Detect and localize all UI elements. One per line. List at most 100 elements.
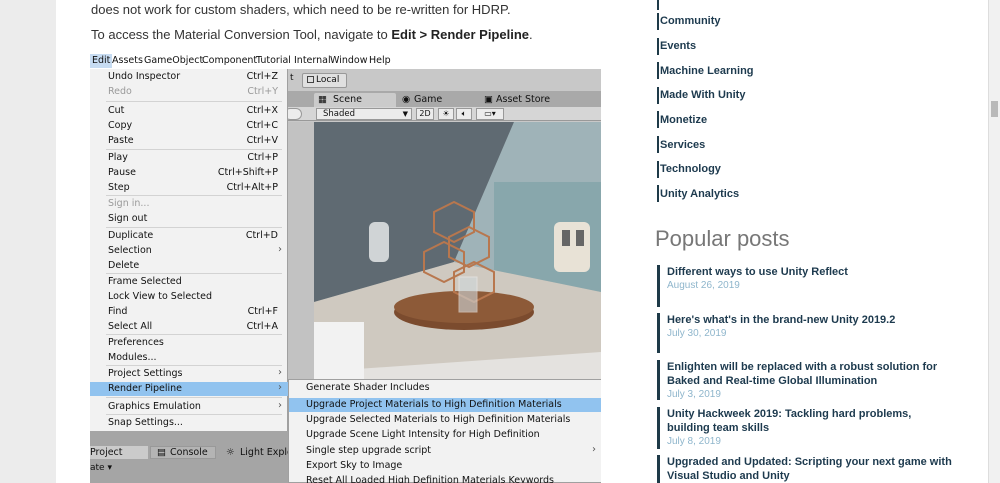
menu-item-label: Step [108, 182, 130, 193]
menu-help[interactable]: Help [369, 55, 391, 66]
menu-separator [106, 149, 282, 150]
scrollbar-thumb[interactable] [991, 101, 998, 117]
menu-item-undo-inspector[interactable]: Undo Inspector Ctrl+Z [90, 70, 288, 84]
submenu-export-sky[interactable]: Export Sky to Image [289, 459, 601, 473]
menu-component[interactable]: Component [202, 55, 257, 66]
category-community[interactable]: Community [660, 15, 721, 27]
submenu-item-label: Upgrade Selected Materials to High Defin… [306, 414, 571, 425]
popular-post[interactable]: Enlighten will be replaced with a robust… [657, 360, 957, 400]
submenu-item-label: Generate Shader Includes [306, 382, 430, 393]
local-toggle-button[interactable]: Local [302, 73, 347, 88]
submenu-single-step-upgrade[interactable]: Single step upgrade script › [289, 444, 601, 458]
menu-item-shortcut: Ctrl+Z [246, 71, 278, 82]
pivot-button-fragment[interactable]: t [290, 73, 294, 83]
nav-accent-bar [657, 185, 659, 202]
submenu-upgrade-project-materials[interactable]: Upgrade Project Materials to High Defini… [289, 398, 601, 412]
menu-item-copy[interactable]: Copy Ctrl+C [90, 119, 288, 133]
menu-item-label: Pause [108, 167, 136, 178]
create-dropdown-fragment[interactable]: ate ▾ [90, 463, 112, 473]
menu-item-delete[interactable]: Delete [90, 259, 288, 273]
menu-item-shortcut: Ctrl+F [247, 306, 278, 317]
tab-game[interactable]: Game [414, 94, 442, 105]
menu-separator [106, 334, 282, 335]
menu-window[interactable]: Window [330, 55, 367, 66]
menu-item-shortcut: Ctrl+C [246, 120, 279, 131]
lighting-toggle-icon[interactable]: ☀ [438, 108, 454, 120]
menu-item-label: Render Pipeline [108, 383, 183, 394]
menu-edit[interactable]: Edit [90, 54, 113, 68]
menu-item-modules[interactable]: Modules... [90, 351, 288, 365]
menu-item-cut[interactable]: Cut Ctrl+X [90, 104, 288, 118]
popular-post[interactable]: Unity Hackweek 2019: Tackling hard probl… [657, 407, 957, 449]
chevron-down-icon: ▼ [402, 110, 408, 118]
shading-mode-dropdown[interactable]: Shaded ▼ [316, 108, 412, 120]
post-title[interactable]: Unity Hackweek 2019: Tackling hard probl… [667, 407, 957, 435]
popular-post[interactable]: Different ways to use Unity Reflect Augu… [657, 265, 957, 307]
post-date: July 3, 2019 [667, 389, 721, 400]
menu-tutorial[interactable]: Tutorial [256, 55, 291, 66]
nav-accent-bar [657, 38, 659, 55]
post-title[interactable]: Here's what's in the brand-new Unity 201… [667, 313, 957, 327]
tab-scene[interactable]: ▦ Scene [314, 93, 396, 107]
tab-light-explorer[interactable]: Light Explo [240, 447, 293, 458]
submenu-item-label: Single step upgrade script [306, 445, 431, 456]
submenu-generate-shader-includes[interactable]: Generate Shader Includes [289, 381, 601, 395]
navigate-path: Edit > Render Pipeline [391, 27, 529, 42]
submenu-upgrade-selected-materials[interactable]: Upgrade Selected Materials to High Defin… [289, 413, 601, 427]
editor-tabs: ▦ Scene ◉ Game ▣ Asset Store [288, 91, 601, 107]
post-title[interactable]: Enlighten will be replaced with a robust… [667, 360, 957, 388]
menu-item-snap-settings[interactable]: Snap Settings... [90, 416, 288, 430]
category-monetize[interactable]: Monetize [660, 114, 707, 126]
page-scrollbar[interactable] [988, 0, 1000, 483]
menu-separator [106, 397, 282, 398]
chevron-right-icon: › [278, 367, 282, 378]
submenu-upgrade-scene-light-intensity[interactable]: Upgrade Scene Light Intensity for High D… [289, 428, 601, 442]
menu-item-shortcut: Ctrl+X [246, 105, 278, 116]
tab-console[interactable]: ▤ Console [150, 446, 216, 459]
category-events[interactable]: Events [660, 40, 696, 52]
menu-internal[interactable]: Internal [294, 55, 331, 66]
popular-post[interactable]: Here's what's in the brand-new Unity 201… [657, 313, 957, 353]
category-made-with-unity[interactable]: Made With Unity [660, 89, 745, 101]
menu-item-label: Cut [108, 105, 125, 116]
local-label: Local [316, 75, 340, 85]
effects-dropdown-icon[interactable]: ▭▾ [476, 108, 504, 120]
menu-item-lock-view[interactable]: Lock View to Selected [90, 290, 288, 304]
submenu-reset-material-keywords[interactable]: Reset All Loaded High Definition Materia… [289, 474, 601, 483]
menu-item-select-all[interactable]: Select All Ctrl+A [90, 320, 288, 334]
menu-item-shortcut: Ctrl+A [246, 321, 278, 332]
menu-item-label: Redo [108, 86, 132, 97]
menu-item-label: Delete [108, 260, 140, 271]
menu-item-play[interactable]: Play Ctrl+P [90, 151, 288, 165]
tab-asset-store[interactable]: Asset Store [496, 94, 550, 105]
menu-gameobject[interactable]: GameObject [144, 55, 203, 66]
menu-item-selection[interactable]: Selection › [90, 244, 288, 258]
post-title[interactable]: Upgraded and Updated: Scripting your nex… [667, 455, 957, 483]
menu-item-frame-selected[interactable]: Frame Selected [90, 275, 288, 289]
menu-item-redo[interactable]: Redo Ctrl+Y [90, 85, 288, 99]
menu-item-paste[interactable]: Paste Ctrl+V [90, 134, 288, 148]
menu-item-pause[interactable]: Pause Ctrl+Shift+P [90, 166, 288, 180]
popular-post[interactable]: Upgraded and Updated: Scripting your nex… [657, 455, 957, 483]
2d-toggle-button[interactable]: 2D [416, 108, 434, 120]
menu-assets[interactable]: Assets [112, 55, 143, 66]
menu-item-sign-in[interactable]: Sign in... [90, 197, 288, 211]
post-title[interactable]: Different ways to use Unity Reflect [667, 265, 957, 279]
category-machine-learning[interactable]: Machine Learning [660, 65, 754, 77]
console-icon: ▤ [157, 447, 166, 458]
tab-project[interactable]: Project [90, 446, 148, 459]
menu-item-find[interactable]: Find Ctrl+F [90, 305, 288, 319]
category-unity-analytics[interactable]: Unity Analytics [660, 188, 739, 200]
tab-console-label: Console [170, 447, 208, 458]
menu-item-duplicate[interactable]: Duplicate Ctrl+D [90, 229, 288, 243]
category-services[interactable]: Services [660, 139, 705, 151]
menu-item-preferences[interactable]: Preferences [90, 336, 288, 350]
menu-item-step[interactable]: Step Ctrl+Alt+P [90, 181, 288, 195]
menu-item-project-settings[interactable]: Project Settings › [90, 367, 288, 381]
menu-item-render-pipeline[interactable]: Render Pipeline › [90, 382, 288, 396]
category-technology[interactable]: Technology [660, 163, 721, 175]
audio-toggle-icon[interactable]: 🔈︎ [456, 108, 472, 120]
post-date: July 30, 2019 [667, 328, 727, 339]
menu-item-graphics-emulation[interactable]: Graphics Emulation › [90, 400, 288, 414]
menu-item-sign-out[interactable]: Sign out [90, 212, 288, 226]
